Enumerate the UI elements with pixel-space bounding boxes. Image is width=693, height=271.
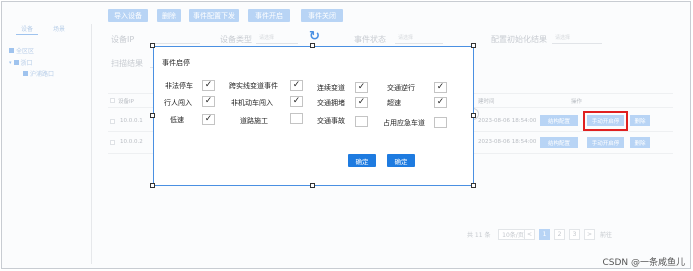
resize-handle[interactable] [310,183,315,188]
event-checkbox-emergency-lane[interactable] [434,117,447,128]
tree-checkbox[interactable] [9,48,14,53]
cell-time: 2023-08-06 18:54:00 [478,118,537,124]
cell-device-ip: 10.0.0.2 [120,139,143,145]
event-label: 交通事故 [317,117,345,125]
event-label: 非法停车 [165,82,193,90]
event-checkbox-traffic-accident[interactable] [355,116,368,127]
row-checkbox[interactable] [110,119,115,124]
next-page-button[interactable]: > [584,229,595,240]
event-status-label: 事件状态 [354,35,386,44]
event-label: 非机动车闯入 [231,99,273,107]
check-icon: ✓ [204,96,213,106]
resize-handle[interactable] [471,43,476,48]
header-device-ip: 设备IP [118,99,134,105]
event-disable-button[interactable]: 事件关闭 [301,9,343,22]
device-type-label: 设备类型 [220,35,252,44]
tree-node-root[interactable]: 全区区 [9,46,34,55]
tree-node-leaf[interactable]: 沪浦路口 [23,69,54,78]
dialog-title: 事件启停 [162,59,190,67]
check-icon: ✓ [436,82,445,92]
check-icon: ✓ [204,114,213,124]
config-button[interactable]: 结构配置 [540,137,578,148]
confirm-button[interactable]: 确定 [348,154,376,167]
delete-button[interactable]: 删除 [157,9,181,22]
device-type-select[interactable]: 请选择 [256,33,298,44]
header-ops: 操作 [571,99,583,105]
pagination-total: 共 11 条 [467,232,491,239]
refresh-icon[interactable]: ↻ [309,29,320,44]
check-icon: ✓ [357,97,366,107]
tree-checkbox[interactable] [23,71,28,76]
device-ip-label: 设备IP [111,35,135,44]
event-checkbox-pedestrian-intrusion[interactable]: ✓ [202,96,215,107]
watermark: CSDN @一条咸鱼儿 [602,258,685,268]
event-checkbox-speeding[interactable]: ✓ [434,97,447,108]
confirm-button-secondary[interactable]: 确定 [387,154,415,167]
tab-scenes[interactable]: 场景 [53,24,65,33]
event-label: 低速 [170,116,184,124]
row-delete-button[interactable]: 删除 [630,115,650,126]
event-label: 道路施工 [240,117,268,125]
check-icon: ✓ [204,80,213,90]
event-checkbox-wrong-way[interactable]: ✓ [434,82,447,93]
event-label: 超速 [387,99,401,107]
tree-label: 沪浦路口 [30,71,55,78]
check-icon: ✓ [292,96,301,106]
resize-handle[interactable] [471,113,476,118]
row-delete-button[interactable]: 删除 [630,137,650,148]
event-label: 交通拥堵 [317,99,345,107]
resize-handle[interactable] [150,43,155,48]
check-icon: ✓ [357,82,366,92]
select-all-checkbox[interactable] [110,98,115,103]
highlight-box [583,111,628,131]
event-checkbox-non-motor-intrusion[interactable]: ✓ [290,96,303,107]
event-checkbox-road-construction[interactable] [290,113,303,124]
page-3-button[interactable]: 3 [569,229,580,240]
tree-checkbox[interactable] [13,60,19,65]
event-enable-button[interactable]: 事件开启 [248,9,290,22]
event-label: 占用应急车道 [383,119,425,127]
page-1-button[interactable]: 1 [539,229,550,240]
event-checkbox-continuous-lane-change[interactable]: ✓ [355,82,368,93]
event-label: 连续变道 [317,84,345,92]
event-label: 跨实线变道事件 [229,82,278,90]
resize-handle[interactable] [150,183,155,188]
resize-handle[interactable] [150,113,155,118]
check-icon: ✓ [292,80,301,90]
prev-page-button[interactable]: < [524,229,535,240]
header-time: 建时间 [478,99,495,105]
check-icon: ✓ [436,97,445,107]
device-ip-input[interactable] [150,33,200,44]
event-label: 交通逆行 [387,84,415,92]
tree-label: 浙口 [20,60,33,67]
event-status-select[interactable]: 请选择 [395,33,443,44]
left-tabs: 设备 场景 [6,24,90,35]
cell-device-ip: 10.0.0.1 [120,118,143,124]
row-checkbox[interactable] [110,140,115,145]
event-checkbox-solid-line-lane-change[interactable]: ✓ [290,80,303,91]
tree-label: 全区区 [16,48,35,55]
resize-handle[interactable] [471,183,476,188]
import-device-button[interactable]: 导入设备 [108,9,148,22]
scan-result-label: 扫描结果 [111,59,143,68]
config-button[interactable]: 结构配置 [540,115,578,126]
init-result-label: 配置初始化结果 [491,35,547,44]
goto-label: 前往 [600,232,613,239]
event-config-dispatch-button[interactable]: 事件配置下发 [189,9,239,22]
manual-toggle-button[interactable]: 手动开启停 [587,137,624,148]
page-2-button[interactable]: 2 [554,229,565,240]
cell-time: 2023-08-06 18:54:00 [478,139,537,145]
resize-handle[interactable] [310,43,315,48]
chevron-down-icon[interactable]: ▾ [9,60,12,66]
event-label: 行人闯入 [164,99,192,107]
event-checkbox-illegal-parking[interactable]: ✓ [202,80,215,91]
tab-devices[interactable]: 设备 [16,24,39,35]
event-checkbox-low-speed[interactable]: ✓ [202,114,215,125]
tree-node-child[interactable]: ▾ 浙口 [9,58,33,68]
event-checkbox-congestion[interactable]: ✓ [355,97,368,108]
init-result-select[interactable]: 请选择 [552,33,602,44]
